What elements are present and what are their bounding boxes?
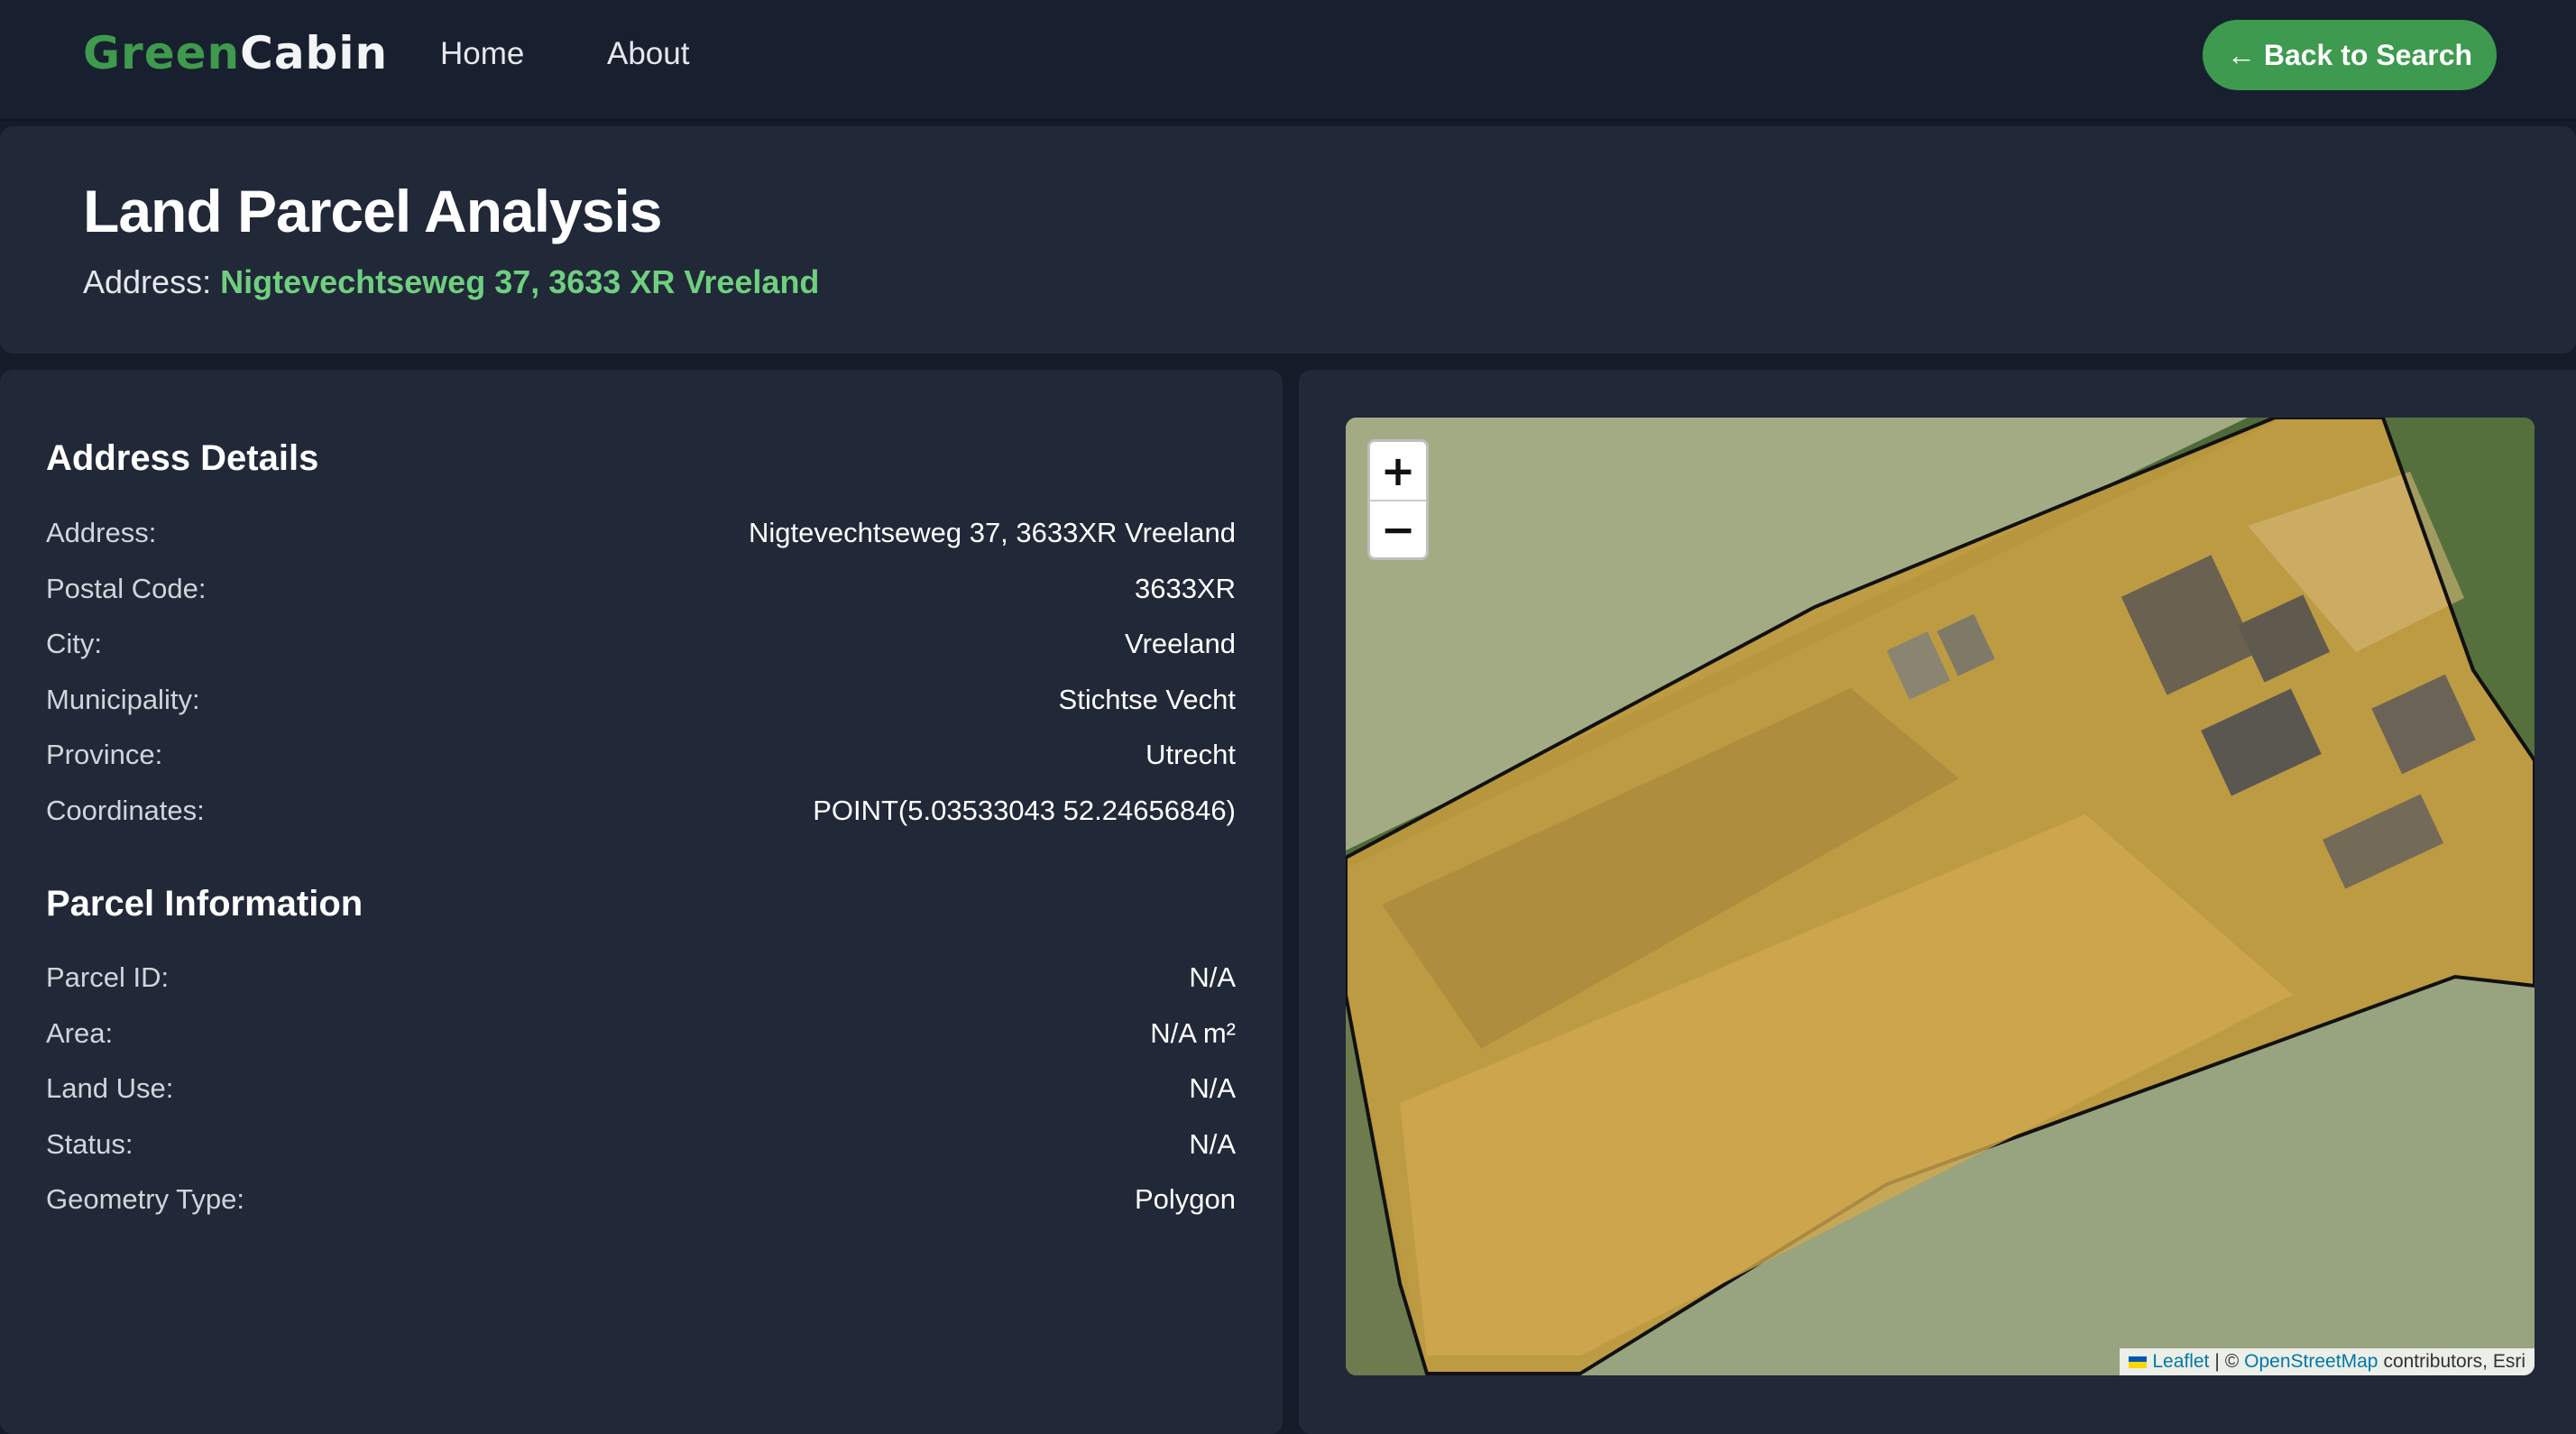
logo-white-text: Cabin	[240, 27, 389, 79]
back-to-search-label: ← Back to Search	[2226, 38, 2473, 71]
attribution-separator: | ©	[2214, 1351, 2240, 1372]
detail-row-address: Address: Nigtevechtseweg 37, 3633XR Vree…	[46, 515, 1236, 551]
leaflet-link[interactable]: Leaflet	[2152, 1351, 2209, 1373]
detail-label: Municipality:	[46, 684, 200, 715]
detail-row-city: City: Vreeland	[46, 626, 1236, 662]
ukraine-flag-icon	[2129, 1356, 2148, 1368]
header-address: Address: Nigtevechtseweg 37, 3633 XR Vre…	[83, 263, 819, 301]
detail-value: N/A m²	[1150, 1017, 1236, 1049]
map-attribution: Leaflet | © OpenStreetMap contributors, …	[2120, 1348, 2535, 1375]
address-details-title: Address Details	[46, 438, 319, 478]
detail-value: Stichtse Vecht	[1058, 684, 1236, 715]
detail-row-land-use: Land Use: N/A	[46, 1071, 1236, 1107]
header-address-value: Nigtevechtseweg 37, 3633 XR Vreeland	[220, 263, 820, 300]
detail-value: POINT(5.03533043 52.24656846)	[813, 795, 1236, 826]
zoom-in-button[interactable]: +	[1370, 442, 1426, 500]
detail-row-coordinates: Coordinates: POINT(5.03533043 52.2465684…	[46, 793, 1236, 829]
detail-label: Status:	[46, 1128, 133, 1160]
parcel-information-title: Parcel Information	[46, 884, 363, 924]
detail-value: Nigtevechtseweg 37, 3633XR Vreeland	[749, 517, 1236, 548]
detail-label: Geometry Type:	[46, 1183, 244, 1215]
zoom-out-button[interactable]: −	[1370, 500, 1426, 557]
detail-value: Utrecht	[1145, 739, 1236, 770]
logo-green-text: Green	[83, 27, 241, 79]
detail-row-parcel-id: Parcel ID: N/A	[46, 960, 1236, 996]
detail-label: Coordinates:	[46, 795, 205, 826]
back-to-search-button[interactable]: ← Back to Search	[2203, 20, 2497, 90]
detail-label: City:	[46, 628, 102, 659]
detail-label: Parcel ID:	[46, 961, 170, 993]
detail-value: Polygon	[1134, 1183, 1236, 1215]
detail-label: Land Use:	[46, 1072, 174, 1104]
logo[interactable]: GreenCabin	[83, 27, 388, 79]
detail-label: Area:	[46, 1017, 114, 1049]
detail-value: N/A	[1189, 1128, 1236, 1160]
zoom-control: + −	[1367, 439, 1429, 560]
page-title: Land Parcel Analysis	[83, 178, 663, 244]
attribution-rest: contributors, Esri	[2383, 1351, 2525, 1372]
navbar: GreenCabin Home About ← Back to Search	[0, 0, 2576, 121]
openstreetmap-link[interactable]: OpenStreetMap	[2244, 1351, 2378, 1373]
detail-value: N/A	[1189, 1072, 1236, 1104]
header-address-label: Address:	[83, 263, 212, 300]
parcel-map[interactable]: + − Leaflet | © OpenStreetMap contributo…	[1346, 418, 2535, 1375]
detail-row-municipality: Municipality: Stichtse Vecht	[46, 682, 1236, 718]
detail-value: 3633XR	[1134, 573, 1236, 604]
detail-row-province: Province: Utrecht	[46, 737, 1236, 773]
detail-value: Vreeland	[1125, 628, 1236, 659]
nav-link-about[interactable]: About	[607, 36, 689, 72]
nav-link-home[interactable]: Home	[440, 36, 524, 72]
satellite-imagery	[1346, 418, 2535, 1375]
detail-row-geometry-type: Geometry Type: Polygon	[46, 1181, 1236, 1218]
detail-row-postal-code: Postal Code: 3633XR	[46, 571, 1236, 607]
detail-value: N/A	[1189, 961, 1236, 993]
detail-label: Address:	[46, 517, 157, 548]
detail-row-status: Status: N/A	[46, 1126, 1236, 1163]
detail-label: Province:	[46, 739, 163, 770]
detail-label: Postal Code:	[46, 573, 207, 604]
detail-row-area: Area: N/A m²	[46, 1016, 1236, 1052]
